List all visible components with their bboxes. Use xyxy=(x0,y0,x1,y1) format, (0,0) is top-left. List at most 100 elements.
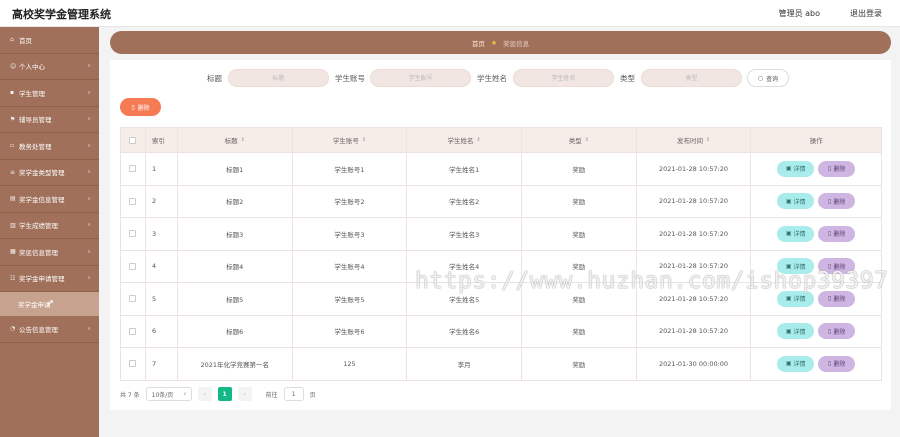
row-checkbox[interactable] xyxy=(129,295,137,303)
detail-icon: ▣ xyxy=(785,165,792,173)
cell-type: 奖励 xyxy=(522,218,637,250)
sidebar-item-label: 学生成绩管理 xyxy=(19,222,58,231)
sidebar-item-scholarship-info[interactable]: ▤ 奖学金信息管理 ∨ xyxy=(0,186,99,213)
row-checkbox[interactable] xyxy=(129,360,137,368)
detail-button[interactable]: ▣ 详情 xyxy=(777,258,815,275)
name-input[interactable]: 学生姓名 xyxy=(513,69,614,87)
sidebar-item-label: 首页 xyxy=(19,36,32,45)
batch-delete-button[interactable]: ▯ 删除 xyxy=(120,98,161,116)
row-delete-button[interactable]: ▯ 删除 xyxy=(818,323,856,340)
detail-button[interactable]: ▣ 详情 xyxy=(777,355,815,372)
prev-page-button[interactable]: ‹ xyxy=(197,387,212,401)
detail-icon: ▣ xyxy=(785,197,792,205)
sort-icon[interactable]: ⇕ xyxy=(241,137,245,143)
cell-time: 2021-01-28 10:57:20 xyxy=(637,283,752,315)
cell-name: 学生姓名4 xyxy=(407,250,522,282)
select-all-checkbox[interactable] xyxy=(129,136,137,144)
type-input[interactable]: 类型 xyxy=(641,69,742,87)
main-panel: 标题 标题 学生账号 学生账号 学生姓名 学生姓名 类型 类型 ○ 查询 ▯ 删除 … xyxy=(110,60,891,410)
detail-button[interactable]: ▣ 详情 xyxy=(777,290,815,307)
row-delete-button[interactable]: ▯ 删除 xyxy=(818,193,856,210)
cell-title: 标题2 xyxy=(178,185,293,217)
row-checkbox[interactable] xyxy=(129,262,137,270)
sidebar-item-label: 奖学金类型管理 xyxy=(19,169,65,178)
batch-delete-label: 删除 xyxy=(137,104,150,112)
row-delete-label: 删除 xyxy=(833,296,846,304)
page-number-button[interactable]: 1 xyxy=(217,387,232,401)
sort-icon[interactable]: ⇕ xyxy=(477,137,481,143)
page-unit-label: 页 xyxy=(309,391,316,399)
trash-icon: ▯ xyxy=(828,165,832,173)
header-name[interactable]: 学生姓名 ⇕ xyxy=(407,128,522,152)
cell-title: 标题6 xyxy=(178,315,293,347)
next-page-button[interactable]: › xyxy=(237,387,252,401)
sidebar-item-students[interactable]: ▪ 学生管理 ∨ xyxy=(0,80,99,107)
row-select-cell xyxy=(121,315,146,347)
sidebar-item-scholarship-types[interactable]: ≡ 奖学金类型管理 ∨ xyxy=(0,160,99,186)
detail-button-label: 详情 xyxy=(793,263,806,271)
cell-title: 标题1 xyxy=(178,153,293,185)
row-checkbox[interactable] xyxy=(129,165,137,173)
detail-button[interactable]: ▣ 详情 xyxy=(777,225,815,242)
row-checkbox[interactable] xyxy=(129,230,137,238)
account-input[interactable]: 学生账号 xyxy=(370,69,471,87)
detail-button[interactable]: ▣ 详情 xyxy=(777,160,815,177)
header-title[interactable]: 标题 ⇕ xyxy=(178,128,293,152)
sidebar-item-rewards[interactable]: ▦ 奖惩信息管理 ∨ xyxy=(0,239,99,266)
cell-name: 学生姓名1 xyxy=(407,153,522,185)
detail-button[interactable]: ▣ 详情 xyxy=(777,323,815,340)
search-button[interactable]: ○ 查询 xyxy=(747,69,789,87)
office-icon: ▫ xyxy=(10,142,15,150)
sidebar-item-label: 奖惩信息管理 xyxy=(19,248,58,257)
search-form: 标题 标题 学生账号 学生账号 学生姓名 学生姓名 类型 类型 ○ 查询 xyxy=(110,69,891,87)
chevron-down-icon: ∨ xyxy=(87,222,91,229)
sidebar-item-profile[interactable]: ☺ 个人中心 ∨ xyxy=(0,54,99,80)
breadcrumb-home[interactable]: 首页 xyxy=(472,38,485,48)
row-select-cell xyxy=(121,185,146,217)
sidebar-item-counselors[interactable]: ⚑ 辅导员管理 ∨ xyxy=(0,107,99,133)
row-delete-button[interactable]: ▯ 删除 xyxy=(818,258,856,275)
row-checkbox[interactable] xyxy=(129,197,137,205)
chevron-down-icon: ∨ xyxy=(182,391,187,397)
account-label: 学生账号 xyxy=(335,74,365,83)
row-delete-button[interactable]: ▯ 删除 xyxy=(818,355,856,372)
row-delete-button[interactable]: ▯ 删除 xyxy=(818,225,856,242)
detail-button-label: 详情 xyxy=(793,361,806,369)
row-select-cell xyxy=(121,348,146,380)
cell-type: 奖励 xyxy=(522,315,637,347)
sidebar-item-grades[interactable]: ▥ 学生成绩管理 ∨ xyxy=(0,213,99,239)
sidebar-item-home[interactable]: ⌂ 首页 xyxy=(0,27,99,54)
cell-name: 学生姓名5 xyxy=(407,283,522,315)
cell-actions: ▣ 详情 ▯ 删除 xyxy=(751,218,881,250)
sort-icon[interactable]: ⇕ xyxy=(706,137,710,143)
detail-button[interactable]: ▣ 详情 xyxy=(777,193,815,210)
header-type[interactable]: 类型 ⇕ xyxy=(522,128,637,152)
current-user: 管理员 abo xyxy=(778,9,820,18)
student-icon: ▪ xyxy=(10,89,15,97)
page-size-select[interactable]: 10条/页 ∨ xyxy=(145,387,192,401)
header-account[interactable]: 学生账号 ⇕ xyxy=(293,128,408,152)
row-delete-button[interactable]: ▯ 删除 xyxy=(818,160,856,177)
row-delete-label: 删除 xyxy=(833,361,846,369)
row-checkbox[interactable] xyxy=(129,327,137,335)
title-input[interactable]: 标题 xyxy=(228,69,329,87)
header-time[interactable]: 发布时间 ⇕ xyxy=(637,128,752,152)
row-delete-button[interactable]: ▯ 删除 xyxy=(818,290,856,307)
logout-button[interactable]: 退出登录 xyxy=(850,8,882,19)
detail-button-label: 详情 xyxy=(793,198,806,206)
total-count: 共 7 条 xyxy=(120,391,140,399)
cell-actions: ▣ 详情 ▯ 删除 xyxy=(751,283,881,315)
sort-icon[interactable]: ⇕ xyxy=(362,137,366,143)
goto-page-input[interactable]: 1 xyxy=(283,387,304,401)
cell-type: 奖励 xyxy=(522,185,637,217)
sidebar-item-applications[interactable]: ☷ 奖学金申请管理 ∧ xyxy=(0,266,99,292)
detail-icon: ▣ xyxy=(785,230,792,238)
counselor-icon: ⚑ xyxy=(10,115,16,123)
sidebar-item-notices[interactable]: ◔ 公告信息管理 ∨ xyxy=(0,316,99,343)
sort-icon[interactable]: ⇕ xyxy=(585,137,589,143)
cell-time: 2021-01-28 10:57:20 xyxy=(637,185,752,217)
sidebar-item-academic-office[interactable]: ▫ 教务处管理 ∨ xyxy=(0,133,99,160)
cell-account: 125 xyxy=(293,348,408,380)
sidebar-item-label: 奖学金申请管理 xyxy=(19,275,65,284)
award-icon: ▦ xyxy=(10,248,16,256)
